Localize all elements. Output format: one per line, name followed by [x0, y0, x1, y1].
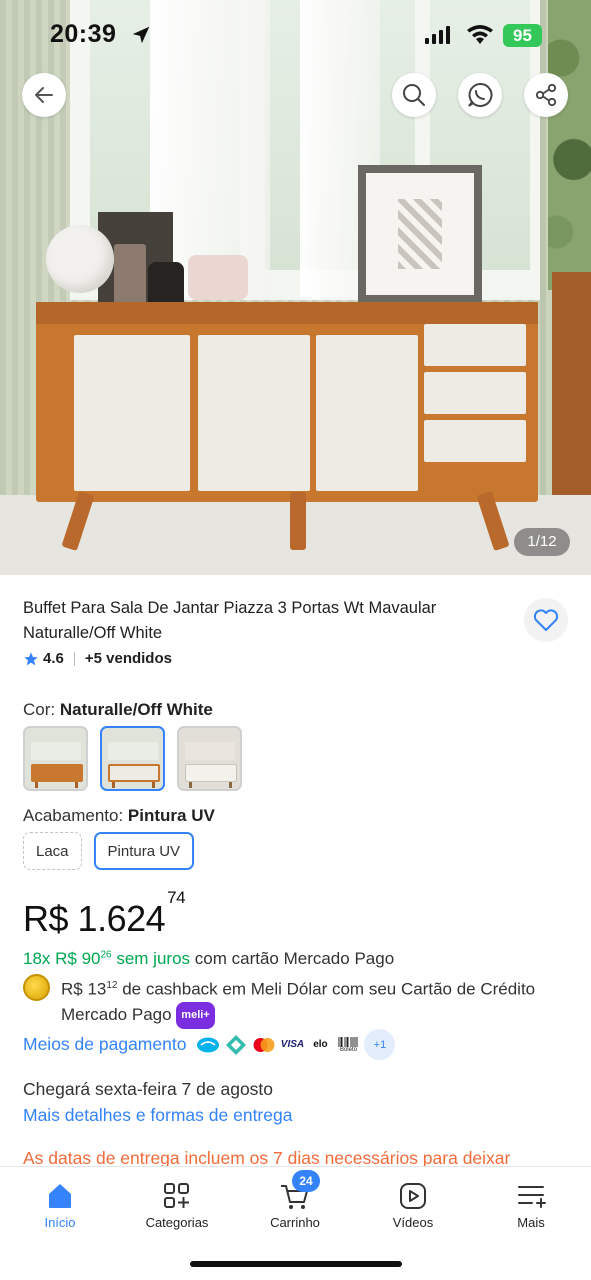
decor-vase [114, 244, 146, 306]
more-payment-methods[interactable]: +1 [364, 1029, 396, 1060]
price-currency: R$ [23, 898, 69, 939]
image-counter: 1/12 [514, 528, 570, 556]
cashback-cents: 12 [106, 980, 118, 991]
chair [552, 272, 591, 502]
mercado-pago-icon [196, 1033, 220, 1057]
status-time: 20:39 [50, 20, 117, 48]
nav-label: Vídeos [392, 1215, 434, 1230]
cashback-amount: R$ 13 [61, 979, 107, 999]
meli-dollar-coin-icon [23, 974, 50, 1001]
delivery-details-link[interactable]: Mais detalhes e formas de entrega [23, 1105, 292, 1126]
nav-categorias[interactable]: Categorias [127, 1179, 227, 1230]
payment-icons: VISA elo Boleto +1 [196, 1029, 396, 1060]
boleto-icon: Boleto [336, 1033, 360, 1057]
search-button[interactable] [392, 73, 436, 117]
color-options [23, 726, 242, 791]
pix-icon [224, 1033, 248, 1057]
payment-methods-link[interactable]: Meios de pagamento [23, 1034, 186, 1055]
share-icon [535, 83, 557, 107]
video-icon [400, 1183, 426, 1209]
decor-lamp [46, 225, 114, 293]
cashback-text: de cashback em Meli Dólar com seu Cartão… [61, 979, 536, 1024]
battery-indicator: 95 [503, 24, 542, 47]
heart-icon [533, 609, 559, 631]
nav-videos[interactable]: Vídeos [363, 1179, 463, 1230]
product-title: Buffet Para Sala De Jantar Piazza 3 Port… [23, 599, 437, 642]
cart-count-badge: 24 [292, 1170, 320, 1192]
finish-options: Laca Pintura UV [23, 832, 195, 870]
elo-icon: elo [313, 1039, 328, 1050]
installments-amount: 18x R$ 90 [23, 949, 101, 968]
finish-label: Acabamento: [23, 806, 124, 825]
product-image[interactable]: 20:39 95 1/12 [0, 0, 591, 575]
color-label-row: Cor: Naturalle/Off White [23, 700, 213, 720]
cellular-signal-icon [425, 26, 450, 44]
arrow-left-icon [35, 87, 53, 103]
home-indicator [190, 1261, 402, 1267]
price: R$ 1.62474 [23, 888, 186, 940]
whatsapp-icon [468, 82, 493, 107]
nav-label: Carrinho [270, 1215, 320, 1230]
rating-row[interactable]: 4.6 +5 vendidos [23, 650, 172, 667]
wall-frame [358, 165, 482, 303]
installments-no-interest: sem juros [111, 949, 191, 968]
color-option-thumb[interactable] [23, 726, 88, 791]
payment-methods-row[interactable]: Meios de pagamento VISA elo Boleto +1 [23, 1029, 396, 1060]
categories-icon [164, 1183, 189, 1208]
installments-cents: 26 [100, 949, 112, 961]
back-button[interactable] [22, 73, 66, 117]
finish-value: Pintura UV [127, 806, 215, 825]
delivery-estimate: Chegará sexta-feira 7 de agosto [23, 1079, 274, 1099]
finish-option-pintura-uv[interactable]: Pintura UV [93, 832, 195, 870]
decor-pillow [188, 255, 248, 300]
favorite-button[interactable] [524, 598, 568, 642]
finish-option-laca[interactable]: Laca [23, 832, 82, 870]
color-label: Cor: [23, 700, 56, 719]
star-icon [24, 651, 38, 665]
sideboard-leg [290, 492, 306, 550]
whatsapp-share-button[interactable] [458, 73, 502, 117]
nav-label: Mais [517, 1215, 545, 1230]
price-integer: 1.624 [77, 898, 166, 939]
menu-plus-icon [518, 1186, 546, 1208]
color-option-thumb-selected[interactable] [100, 726, 165, 791]
installments-card: com cartão Mercado Pago [190, 949, 395, 968]
rating-value: 4.6 [43, 650, 64, 667]
sold-count: +5 vendidos [84, 650, 172, 667]
meli-plus-badge: meli+ [176, 1001, 215, 1029]
finish-label-row: Acabamento: Pintura UV [23, 806, 215, 826]
nav-label: Categorias [145, 1215, 209, 1230]
mastercard-icon [252, 1033, 276, 1057]
installments-info: 18x R$ 9026 sem juros com cartão Mercado… [23, 949, 394, 969]
status-bar: 20:39 95 [0, 0, 591, 70]
share-button[interactable] [524, 73, 568, 117]
search-icon [403, 84, 425, 106]
nav-label: Início [44, 1215, 76, 1230]
nav-mais[interactable]: Mais [481, 1179, 581, 1230]
boleto-label: Boleto [339, 1046, 357, 1053]
color-value: Naturalle/Off White [59, 700, 213, 719]
wifi-icon [467, 25, 493, 44]
divider [73, 651, 75, 666]
home-icon [49, 1184, 71, 1208]
cashback-info: R$ 1312 de cashback em Meli Dólar com se… [61, 973, 541, 1029]
location-arrow-icon [132, 26, 150, 44]
price-cents: 74 [167, 888, 186, 907]
nav-inicio[interactable]: Início [10, 1179, 110, 1230]
visa-icon: VISA [280, 1039, 305, 1050]
color-option-thumb[interactable] [177, 726, 242, 791]
sideboard [36, 302, 538, 502]
